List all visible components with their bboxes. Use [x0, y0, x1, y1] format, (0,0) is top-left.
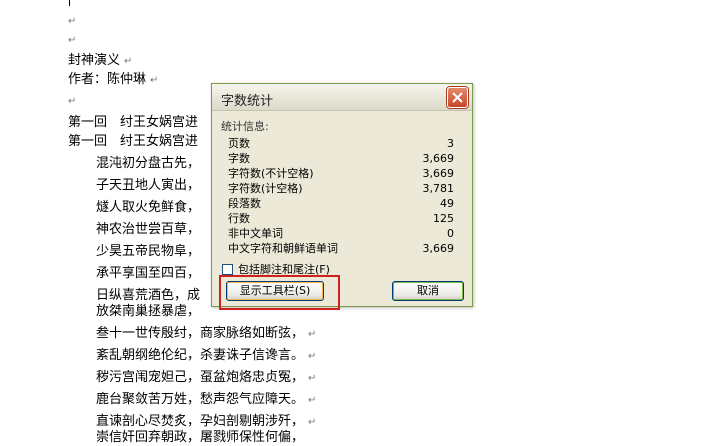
poem-line: 少昊五帝民物阜，: [96, 244, 201, 259]
paragraph-mark: ↵: [68, 16, 77, 27]
poem-line: 放桀南巢拯暴虐，: [96, 304, 201, 319]
poem-line: 秽污宫闱宠妲己，虿盆炮烙忠贞冤， ↵: [96, 370, 317, 385]
chapter-line: 第一回 纣王女娲宫进: [68, 115, 199, 130]
poem-line: 崇信奸回弃朝政，屠戮师保性何偏，: [96, 430, 305, 445]
doc-title-line: 封神演义 ↵: [68, 53, 133, 68]
close-icon: [452, 92, 463, 103]
stat-row: 字数 3,669: [228, 152, 454, 165]
poem-line: 承平享国至四百，: [96, 266, 201, 281]
stats-group-label: 统计信息:: [221, 120, 269, 133]
paragraph-mark: ↵: [68, 35, 77, 46]
stats-list: 页数 3 字数 3,669 字符数(不计空格) 3,669 字符数(计空格) 3,781…: [228, 136, 454, 256]
chapter-line: 第一回 纣王女娲宫进: [68, 134, 199, 149]
stat-row: 中文字符和朝鲜语单词 3,669: [228, 242, 454, 255]
word-count-dialog: 字数统计 统计信息: 页数 3 字数 3,669 字符数(不计空格) 3,669 字符…: [211, 83, 473, 307]
poem-line: 紊乱朝纲绝伦纪，杀妻诛子信谗言。 ↵: [96, 348, 317, 363]
include-footnotes-checkbox[interactable]: [222, 263, 233, 275]
poem-line: 混沌初分盘古先，: [96, 156, 201, 171]
paragraph-mark: ↵: [68, 96, 77, 107]
doc-author-line: 作者：陈仲琳 ↵: [68, 72, 159, 87]
poem-line: 子天丑地人寅出，: [96, 178, 201, 193]
annotation-highlight-box: [219, 275, 340, 310]
stat-row: 非中文单词 0: [228, 227, 454, 240]
stat-row: 段落数 49: [228, 197, 454, 210]
poem-line: 叁十一世传殷纣，商家脉络如断弦， ↵: [96, 326, 317, 341]
stat-row: 字符数(不计空格) 3,669: [228, 167, 454, 180]
poem-line: 神农治世尝百草，: [96, 222, 201, 237]
cancel-button[interactable]: 取消: [392, 281, 464, 301]
close-button[interactable]: [447, 87, 468, 108]
dialog-titlebar[interactable]: 字数统计: [212, 84, 472, 111]
stat-row: 字符数(计空格) 3,781: [228, 182, 454, 195]
poem-line: 燧人取火免鲜食，: [96, 200, 201, 215]
text-cursor: [69, 0, 70, 6]
stat-row: 行数 125: [228, 212, 454, 225]
poem-line: 鹿台聚敛苦万姓，愁声怨气应障天。 ↵: [96, 392, 317, 407]
poem-line: 直谏剖心尽焚炙，孕妇剖剔朝涉歼， ↵: [96, 414, 317, 429]
dialog-title: 字数统计: [221, 94, 274, 109]
stat-row: 页数 3: [228, 137, 454, 150]
poem-line: 日纵喜荒酒色，成: [96, 288, 201, 303]
